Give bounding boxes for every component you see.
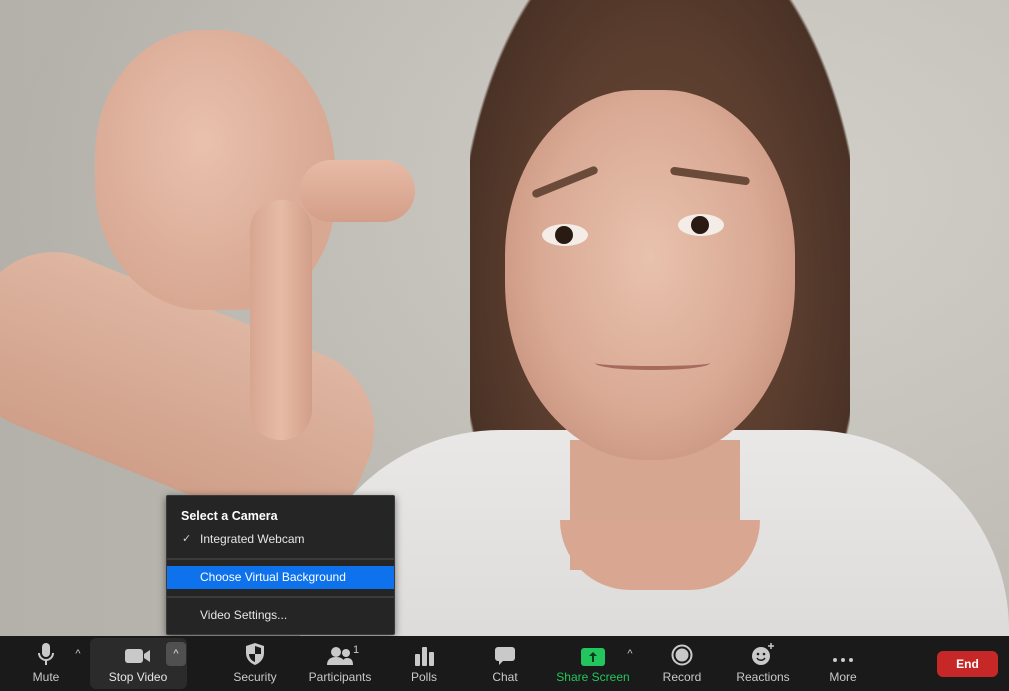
security-label: Security bbox=[233, 670, 277, 684]
person-face bbox=[505, 90, 795, 460]
mute-button[interactable]: Mute bbox=[26, 636, 66, 691]
participant-count: 1 bbox=[353, 644, 360, 656]
checkmark-icon: ✓ bbox=[182, 533, 192, 545]
person-thumb bbox=[300, 160, 415, 222]
stop-video-button[interactable]: Stop Video bbox=[100, 636, 176, 691]
menu-title: Select a Camera bbox=[181, 509, 278, 523]
participant-video bbox=[0, 0, 1009, 636]
menu-item-integrated-webcam[interactable]: ✓ Integrated Webcam bbox=[167, 528, 394, 551]
record-label: Record bbox=[662, 670, 702, 684]
menu-item-label: Video Settings... bbox=[200, 608, 288, 622]
more-label: More bbox=[829, 670, 857, 684]
chat-bubble-icon bbox=[494, 636, 516, 666]
participants-icon bbox=[327, 636, 353, 666]
polls-button[interactable]: Polls bbox=[404, 636, 444, 691]
video-options-caret[interactable]: ^ bbox=[166, 642, 186, 666]
share-arrow-icon bbox=[581, 636, 605, 666]
video-camera-icon bbox=[124, 636, 152, 666]
ellipsis-icon bbox=[831, 636, 855, 666]
record-icon bbox=[671, 636, 693, 666]
share-screen-label: Share Screen bbox=[556, 670, 630, 684]
polls-label: Polls bbox=[410, 670, 437, 684]
pointing-finger bbox=[250, 200, 312, 440]
share-options-caret[interactable]: ^ bbox=[620, 644, 640, 664]
share-screen-button[interactable]: Share Screen bbox=[556, 636, 630, 691]
select-camera-menu: Select a Camera ✓ Integrated Webcam Choo… bbox=[166, 495, 395, 635]
microphone-icon bbox=[37, 636, 55, 666]
menu-item-label: Choose Virtual Background bbox=[200, 570, 346, 584]
more-button[interactable]: More bbox=[823, 636, 863, 691]
reactions-label: Reactions bbox=[736, 670, 790, 684]
record-button[interactable]: Record bbox=[660, 636, 704, 691]
bar-chart-icon bbox=[414, 636, 434, 666]
menu-item-video-settings[interactable]: Video Settings... bbox=[167, 604, 394, 627]
menu-item-label: Integrated Webcam bbox=[200, 532, 305, 546]
audio-options-caret[interactable]: ^ bbox=[68, 644, 88, 664]
right-eye bbox=[678, 214, 724, 236]
mute-label: Mute bbox=[32, 670, 60, 684]
end-meeting-button[interactable]: End bbox=[937, 651, 998, 677]
meeting-toolbar: Mute ^ Stop Video ^ Security Participant… bbox=[0, 636, 1009, 691]
menu-divider bbox=[167, 558, 394, 560]
menu-divider bbox=[167, 596, 394, 598]
security-button[interactable]: Security bbox=[224, 636, 286, 691]
participants-label: Participants bbox=[308, 670, 372, 684]
smiley-plus-icon bbox=[751, 636, 775, 666]
chat-button[interactable]: Chat bbox=[485, 636, 525, 691]
participants-button[interactable]: Participants bbox=[306, 636, 374, 691]
stop-video-label: Stop Video bbox=[108, 670, 168, 684]
person-mouth bbox=[595, 356, 710, 370]
shield-icon bbox=[245, 636, 265, 666]
left-eye bbox=[542, 224, 588, 246]
chat-label: Chat bbox=[492, 670, 518, 684]
reactions-button[interactable]: Reactions bbox=[736, 636, 790, 691]
menu-item-choose-virtual-background[interactable]: Choose Virtual Background bbox=[167, 566, 394, 589]
